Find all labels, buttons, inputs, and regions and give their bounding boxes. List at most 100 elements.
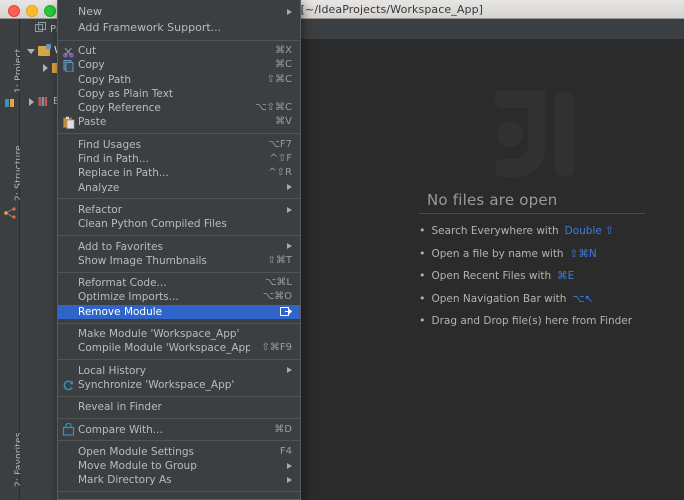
blank-icon bbox=[62, 305, 75, 318]
menu-item-cut[interactable]: Cut ⌘X bbox=[58, 44, 300, 58]
bullet-icon: • bbox=[419, 269, 426, 282]
menu-item-paste[interactable]: Paste ⌘V bbox=[58, 115, 300, 130]
menu-separator bbox=[58, 418, 300, 420]
menu-item-new[interactable]: New bbox=[58, 4, 300, 20]
menu-item-label: Optimize Imports... bbox=[78, 291, 179, 304]
menu-item-accel: ⌘X bbox=[275, 45, 292, 56]
close-button[interactable] bbox=[8, 5, 20, 17]
menu-item-label: Compare With... bbox=[78, 423, 163, 436]
menu-separator bbox=[58, 359, 300, 361]
bullet-icon: • bbox=[419, 224, 426, 237]
scissors-icon bbox=[62, 45, 75, 58]
menu-item-label: Compile Module 'Workspace_App' bbox=[78, 342, 250, 355]
menu-item-label: Show Image Thumbnails bbox=[78, 254, 207, 267]
compare-icon bbox=[62, 422, 75, 436]
menu-item-label: Open Module Settings bbox=[78, 445, 194, 458]
menu-item-accel: ⌥⌘L bbox=[264, 277, 292, 289]
menu-separator bbox=[58, 235, 300, 237]
blank-icon bbox=[62, 88, 75, 101]
tip-drag-and-drop: • Drag and Drop file(s) here from Finder bbox=[419, 315, 649, 327]
sync-icon bbox=[62, 379, 75, 392]
menu-item-reveal-in-finder[interactable]: Reveal in Finder bbox=[58, 400, 300, 414]
menu-item-label: Move Module to Group bbox=[78, 460, 197, 473]
tip-shortcut: ⌥↖ bbox=[572, 292, 594, 305]
menu-item-label: Add Framework Support... bbox=[78, 21, 222, 34]
menu-item-accel: ⌘D bbox=[274, 423, 292, 435]
menu-item-find-usages[interactable]: Find Usages ⌥F7 bbox=[58, 138, 300, 152]
menu-item-label: Synchronize 'Workspace_App' bbox=[78, 378, 235, 391]
menu-item-label: Find Usages bbox=[78, 138, 142, 151]
project-icon bbox=[4, 94, 16, 107]
menu-item-optimize-imports[interactable]: Optimize Imports... ⌥⌘O bbox=[58, 290, 300, 304]
menu-item-label: Reveal in Finder bbox=[78, 401, 162, 414]
blank-icon bbox=[62, 204, 75, 217]
editor-area: No files are open • Search Everywhere wi… bbox=[299, 19, 684, 500]
menu-item-add-to-favorites[interactable]: Add to Favorites bbox=[58, 240, 300, 254]
menu-item-accel: ^⇧F bbox=[269, 153, 292, 165]
copy-icon bbox=[62, 59, 75, 73]
menu-item-find-in-path[interactable]: Find in Path... ^⇧F bbox=[58, 152, 300, 166]
menu-item-copy-reference[interactable]: Copy Reference ⌥⇧⌘C bbox=[58, 101, 300, 115]
menu-item-label: Local History bbox=[78, 364, 146, 377]
tip-open-navigation-bar: • Open Navigation Bar with ⌥↖ bbox=[419, 293, 649, 305]
blank-icon bbox=[62, 342, 75, 355]
bullet-icon: • bbox=[419, 291, 426, 305]
blank-icon bbox=[62, 277, 75, 290]
menu-item-clean-python-compiled-files[interactable]: Clean Python Compiled Files bbox=[58, 217, 300, 231]
submenu-arrow-icon bbox=[284, 183, 292, 192]
bullet-icon: • bbox=[419, 246, 426, 260]
menu-item-label: Paste bbox=[78, 116, 107, 129]
menu-item-accel: ⇧⌘T bbox=[267, 254, 293, 266]
menu-item-analyze[interactable]: Analyze bbox=[58, 181, 300, 195]
menu-item-add-framework-support[interactable]: Add Framework Support... bbox=[58, 20, 300, 36]
minimize-button[interactable] bbox=[26, 5, 38, 17]
submenu-arrow-icon bbox=[284, 366, 292, 375]
tip-open-recent-files: • Open Recent Files with ⌘E bbox=[419, 270, 649, 282]
menu-item-label: Copy as Plain Text bbox=[78, 87, 174, 100]
menu-item-synchronize[interactable]: Synchronize 'Workspace_App' bbox=[58, 378, 300, 392]
menu-item-accel: ⇧⌘C bbox=[266, 73, 292, 85]
chevron-down-icon[interactable] bbox=[26, 46, 36, 56]
menu-item-accel: ⇧⌘F9 bbox=[261, 342, 293, 354]
menu-separator bbox=[58, 133, 300, 135]
submenu-arrow-icon bbox=[284, 242, 292, 251]
chevron-right-icon[interactable] bbox=[26, 97, 36, 107]
maximize-button[interactable] bbox=[44, 5, 56, 17]
tip-text: Open a file by name with bbox=[431, 247, 564, 260]
menu-item-replace-in-path[interactable]: Replace in Path... ^⇧R bbox=[58, 166, 300, 180]
menu-item-label: Replace in Path... bbox=[78, 167, 169, 180]
menu-item-label: Refactor bbox=[78, 203, 123, 216]
menu-item-refactor[interactable]: Refactor bbox=[58, 203, 300, 217]
chevron-right-icon[interactable] bbox=[40, 63, 50, 73]
menu-item-accel: ⌥⌘O bbox=[262, 291, 292, 303]
blank-icon bbox=[62, 364, 75, 377]
editor-topbar bbox=[299, 19, 684, 40]
menu-item-mark-directory-as[interactable]: Mark Directory As bbox=[58, 473, 300, 487]
menu-item-remove-module[interactable]: Remove Module bbox=[58, 304, 300, 320]
paste-icon bbox=[62, 116, 75, 130]
blank-icon bbox=[62, 255, 75, 268]
menu-separator bbox=[58, 440, 300, 442]
menu-item-accel: F4 bbox=[279, 445, 292, 457]
tip-shortcut: ⌘E bbox=[557, 270, 575, 282]
menu-item-show-image-thumbnails[interactable]: Show Image Thumbnails ⇧⌘T bbox=[58, 254, 300, 268]
menu-item-accel: ^⇧R bbox=[268, 167, 292, 179]
blank-icon bbox=[62, 22, 75, 35]
blank-icon bbox=[62, 291, 75, 304]
blank-icon bbox=[62, 153, 75, 166]
menu-item-compile-module[interactable]: Compile Module 'Workspace_App' ⇧⌘F9 bbox=[58, 341, 300, 355]
menu-item-copy-path[interactable]: Copy Path ⇧⌘C bbox=[58, 73, 300, 87]
menu-item-make-module[interactable]: Make Module 'Workspace_App' bbox=[58, 327, 300, 341]
menu-item-local-history[interactable]: Local History bbox=[58, 364, 300, 378]
menu-item-copy[interactable]: Copy ⌘C bbox=[58, 58, 300, 73]
context-menu: New Add Framework Support... Cut ⌘X Copy… bbox=[57, 0, 301, 500]
menu-item-open-module-settings[interactable]: Open Module Settings F4 bbox=[58, 445, 300, 459]
menu-item-reformat-code[interactable]: Reformat Code... ⌥⌘L bbox=[58, 276, 300, 290]
menu-item-copy-as-plain-text[interactable]: Copy as Plain Text bbox=[58, 87, 300, 101]
submenu-arrow-icon bbox=[284, 8, 292, 17]
tip-search-everywhere: • Search Everywhere with Double ⇧ bbox=[419, 225, 649, 237]
menu-separator bbox=[58, 395, 300, 397]
menu-item-compare-with[interactable]: Compare With... ⌘D bbox=[58, 422, 300, 437]
tip-shortcut: Double ⇧ bbox=[564, 225, 614, 237]
menu-item-move-module-to-group[interactable]: Move Module to Group bbox=[58, 459, 300, 473]
